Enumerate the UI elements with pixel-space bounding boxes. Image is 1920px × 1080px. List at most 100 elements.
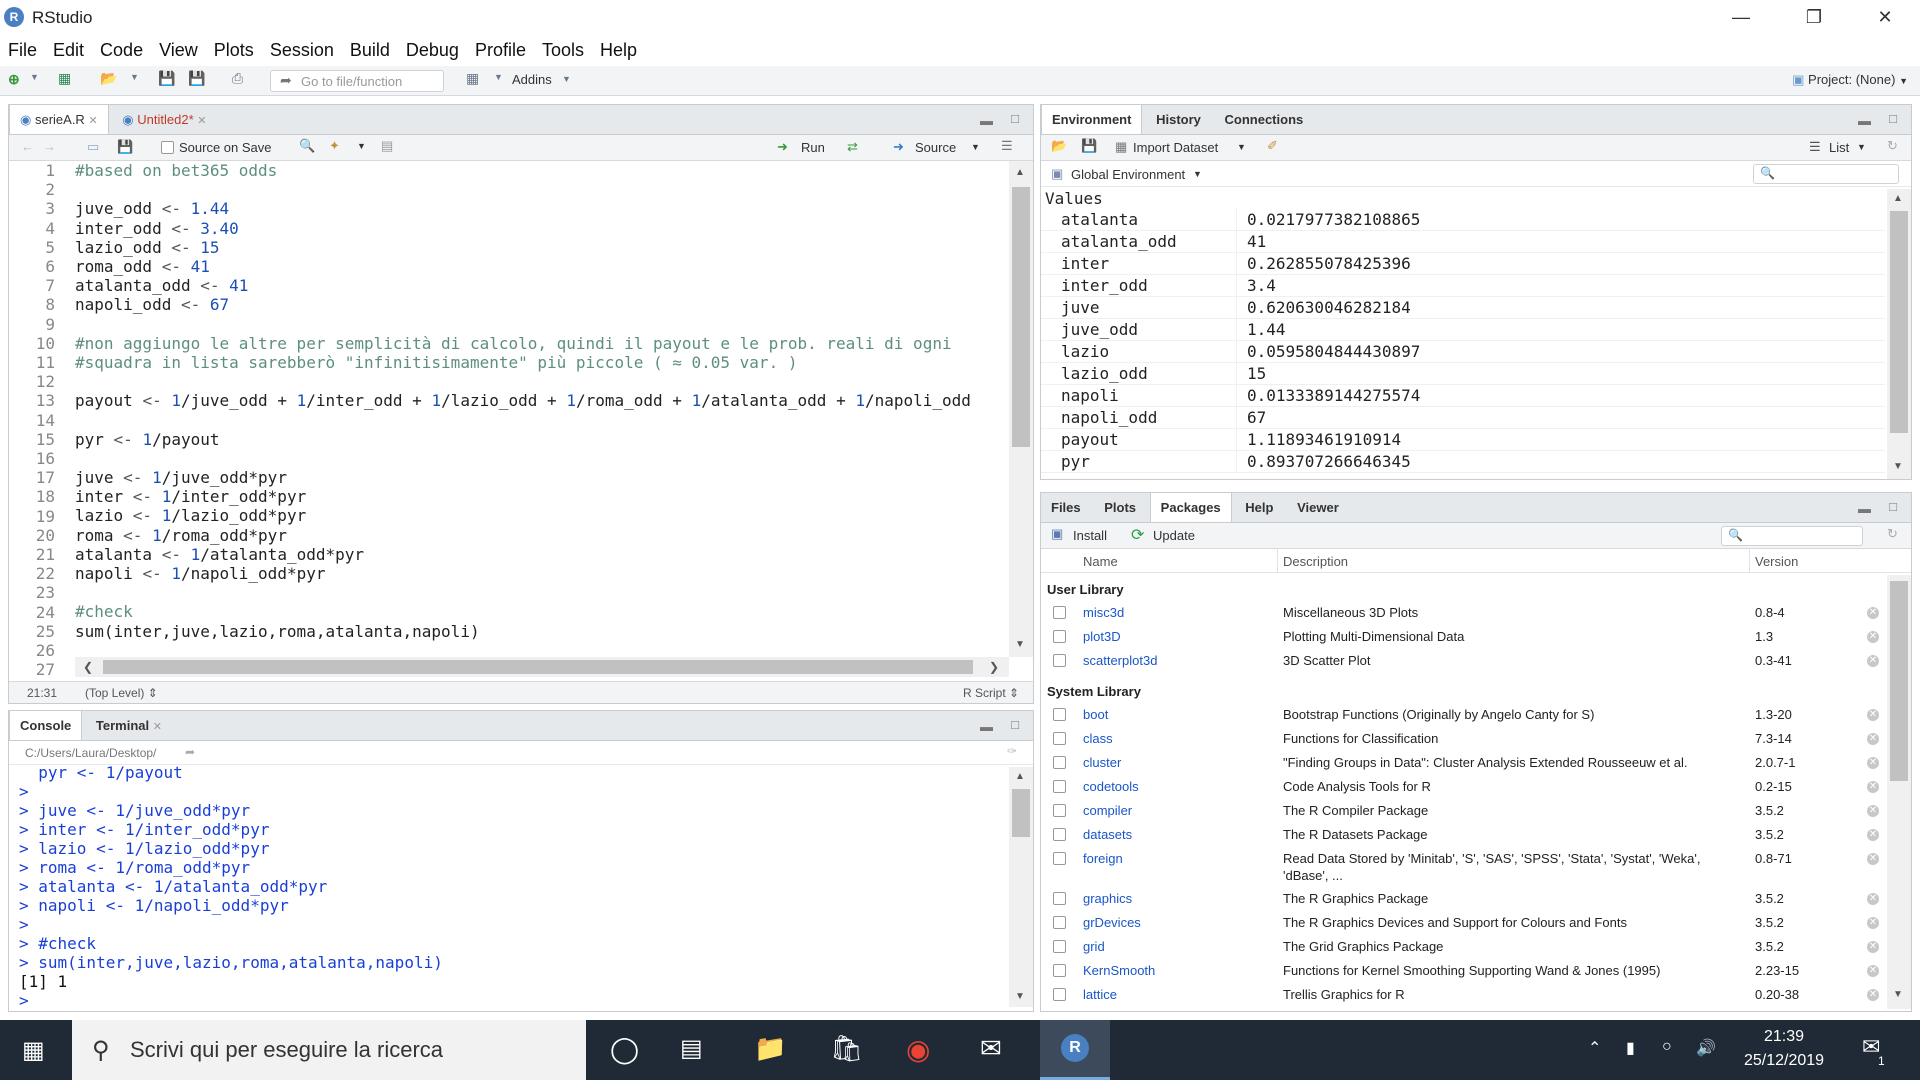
show-in-window-icon[interactable]: ▭ (87, 139, 99, 155)
remove-package-icon[interactable]: ✕ (1867, 853, 1879, 865)
package-load-checkbox[interactable] (1053, 708, 1066, 721)
col-version[interactable]: Version (1755, 554, 1798, 569)
save-icon[interactable]: 💾 (117, 139, 133, 155)
col-name[interactable]: Name (1083, 554, 1118, 569)
clear-broom-icon[interactable]: ✐ (1267, 138, 1278, 154)
tab-files[interactable]: Files (1041, 493, 1091, 522)
battery-icon[interactable]: ▮ (1626, 1038, 1635, 1058)
rstudio-taskbar-button[interactable]: R (1040, 1020, 1110, 1080)
tab-untitled2[interactable]: ◉ Untitled2* ✕ (112, 105, 216, 134)
menu-file[interactable]: File (0, 34, 45, 61)
maximize-pane-icon[interactable]: □ (1889, 111, 1897, 126)
console-output[interactable]: pyr <- 1/payout > > juve <- 1/juve_odd*pyr… (19, 763, 1009, 1007)
env-row[interactable]: napoli 0.0133389144275574 (1041, 385, 1885, 407)
scroll-down-icon[interactable]: ▼ (1893, 461, 1903, 472)
scroll-right-icon[interactable]: ❯ (989, 660, 999, 674)
package-load-checkbox[interactable] (1053, 964, 1066, 977)
menu-session[interactable]: Session (262, 34, 342, 61)
addins-dropdown-icon[interactable]: ▼ (562, 74, 571, 84)
env-search-input[interactable]: 🔍 (1753, 164, 1899, 184)
wifi-icon[interactable]: ○ (1662, 1038, 1672, 1056)
menu-edit[interactable]: Edit (45, 34, 92, 61)
cortana-icon[interactable]: ◯ (610, 1034, 639, 1065)
menu-help[interactable]: Help (592, 34, 645, 61)
packages-search-input[interactable]: 🔍 (1721, 526, 1863, 546)
remove-package-icon[interactable]: ✕ (1867, 965, 1879, 977)
remove-package-icon[interactable]: ✕ (1867, 781, 1879, 793)
editor-vertical-scrollbar[interactable]: ▲ ▼ (1009, 161, 1033, 657)
load-workspace-icon[interactable]: 📂 (1051, 138, 1067, 154)
taskbar-search-input[interactable]: Scrivi qui per eseguire la ricerca (72, 1020, 586, 1080)
tab-viewer[interactable]: Viewer (1287, 493, 1349, 522)
package-name-link[interactable]: foreign (1083, 847, 1123, 871)
view-mode-list[interactable]: List (1829, 140, 1849, 155)
env-row[interactable]: lazio 0.0595804844430897 (1041, 341, 1885, 363)
layout-dropdown-icon[interactable]: ▼ (494, 72, 503, 82)
close-tab-icon[interactable]: ✕ (88, 115, 97, 127)
package-name-link[interactable]: graphics (1083, 887, 1132, 911)
tab-environment[interactable]: Environment (1041, 105, 1143, 134)
package-name-link[interactable]: class (1083, 727, 1113, 751)
package-name-link[interactable]: boot (1083, 703, 1108, 727)
env-vertical-scrollbar[interactable]: ▲ ▼ (1887, 189, 1911, 479)
scroll-up-icon[interactable]: ▲ (1015, 167, 1025, 178)
remove-package-icon[interactable]: ✕ (1867, 709, 1879, 721)
goto-file-input[interactable]: Go to file/function (270, 70, 444, 92)
env-row[interactable]: inter 0.262855078425396 (1041, 253, 1885, 275)
env-row[interactable]: lazio_odd 15 (1041, 363, 1885, 385)
env-row[interactable]: juve 0.620630046282184 (1041, 297, 1885, 319)
print-icon[interactable]: ⎙ (232, 70, 243, 87)
addins-menu[interactable]: Addins (512, 72, 552, 87)
save-icon[interactable]: 💾 (158, 70, 175, 87)
menu-code[interactable]: Code (92, 34, 151, 61)
env-row[interactable]: atalanta 0.0217977382108865 (1041, 209, 1885, 231)
package-load-checkbox[interactable] (1053, 756, 1066, 769)
package-name-link[interactable]: lattice (1083, 983, 1117, 1007)
tab-seriea[interactable]: ◉ serieA.R ✕ (9, 105, 109, 134)
package-name-link[interactable]: scatterplot3d (1083, 649, 1157, 673)
remove-package-icon[interactable]: ✕ (1867, 917, 1879, 929)
clock-date[interactable]: 25/12/2019 (1734, 1052, 1834, 1070)
scope-dropdown[interactable]: Global Environment (1071, 167, 1185, 182)
clock-time[interactable]: 21:39 (1744, 1028, 1824, 1046)
package-name-link[interactable]: grDevices (1083, 911, 1141, 935)
refresh-icon[interactable]: ↻ (1887, 526, 1898, 542)
code-tools-wand-icon[interactable]: ✦ (329, 138, 340, 154)
install-button[interactable]: Install (1073, 528, 1107, 543)
package-name-link[interactable]: compiler (1083, 799, 1132, 823)
file-explorer-icon[interactable]: 📁 (754, 1033, 786, 1064)
package-load-checkbox[interactable] (1053, 916, 1066, 929)
new-file-icon[interactable]: ⊕ (8, 71, 20, 88)
scroll-down-icon[interactable]: ▼ (1893, 989, 1903, 1000)
env-row[interactable]: inter_odd 3.4 (1041, 275, 1885, 297)
open-dropdown-icon[interactable]: ▼ (130, 72, 139, 82)
search-icon[interactable]: 🔍 (299, 138, 315, 154)
menu-debug[interactable]: Debug (398, 34, 467, 61)
task-view-icon[interactable]: ▤ (680, 1034, 703, 1063)
scroll-up-icon[interactable]: ▲ (1893, 193, 1903, 204)
package-load-checkbox[interactable] (1053, 892, 1066, 905)
minimize-pane-icon[interactable]: ▬ (980, 113, 993, 128)
tab-connections[interactable]: Connections (1215, 105, 1314, 134)
run-button[interactable]: Run (801, 140, 825, 155)
menu-view[interactable]: View (151, 34, 206, 61)
menu-tools[interactable]: Tools (534, 34, 592, 61)
package-load-checkbox[interactable] (1053, 940, 1066, 953)
package-name-link[interactable]: plot3D (1083, 625, 1121, 649)
open-file-icon[interactable]: 📂 (100, 70, 117, 87)
new-project-icon[interactable]: ▦ (58, 70, 71, 87)
close-button[interactable]: ✕ (1856, 0, 1914, 34)
package-load-checkbox[interactable] (1053, 732, 1066, 745)
close-tab-icon[interactable]: ✕ (197, 115, 206, 127)
scope-selector[interactable]: (Top Level) ⇕ (85, 686, 158, 700)
scroll-down-icon[interactable]: ▼ (1015, 639, 1025, 650)
view-mode-dropdown-icon[interactable]: ▼ (1857, 142, 1866, 152)
project-menu[interactable]: ▣ Project: (None) ▼ (1792, 72, 1908, 88)
rerun-icon[interactable]: ⇄ (847, 139, 858, 155)
package-load-checkbox[interactable] (1053, 630, 1066, 643)
package-load-checkbox[interactable] (1053, 804, 1066, 817)
mail-icon[interactable]: ✉ (980, 1033, 1002, 1064)
scroll-left-icon[interactable]: ❮ (83, 660, 93, 674)
windows-start-icon[interactable]: ▦ (22, 1036, 45, 1065)
volume-icon[interactable]: 🔊 (1696, 1038, 1716, 1058)
